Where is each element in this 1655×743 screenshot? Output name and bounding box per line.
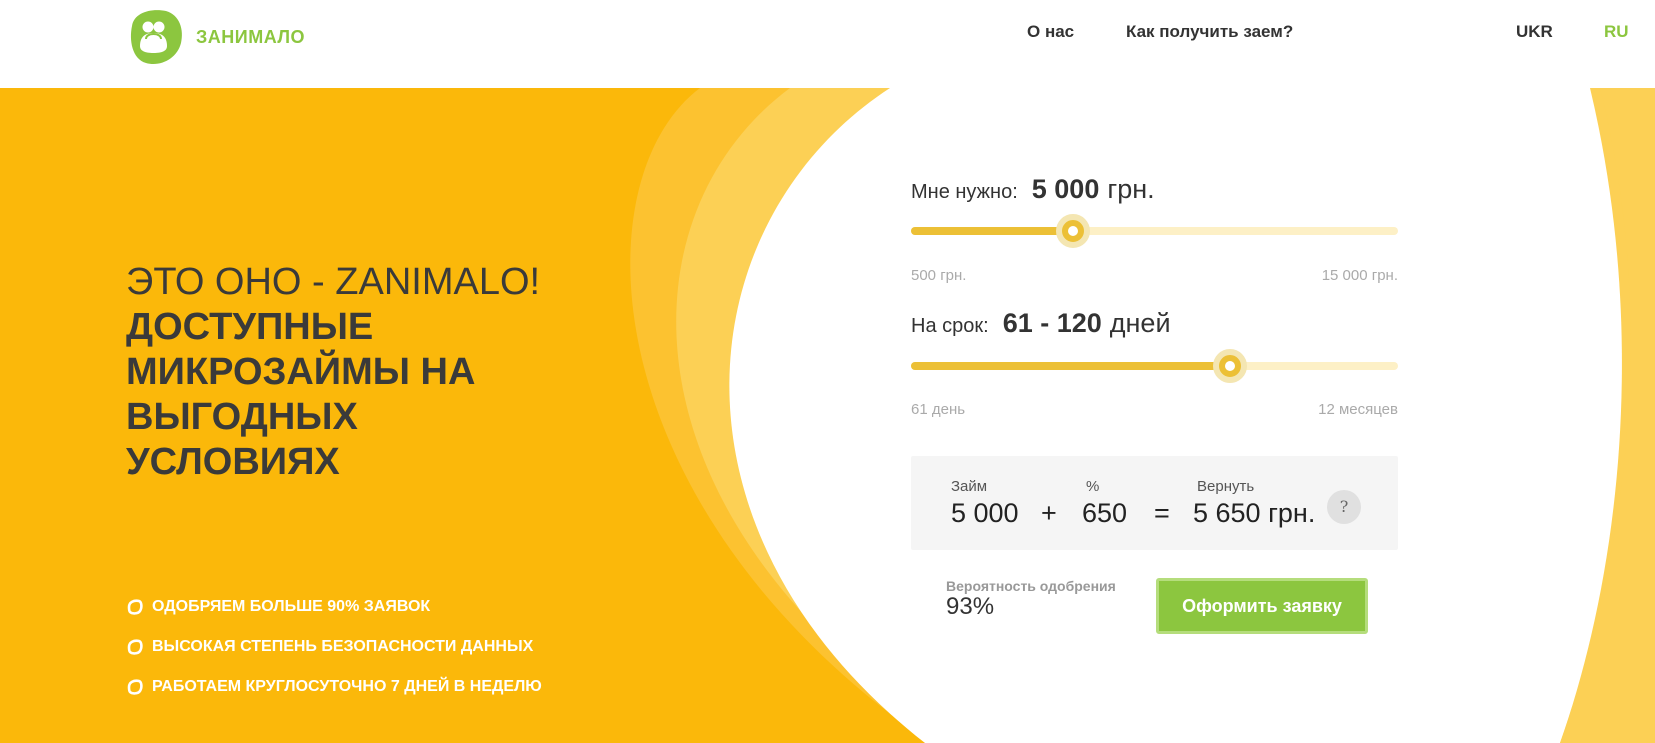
term-slider-thumb[interactable] [1212,349,1247,383]
loan-summary: Займ 5 000 + % 650 = Вернуть 5 650 грн. … [911,456,1398,550]
term-unit: дней [1109,308,1171,338]
loan-value: 5 000 [951,498,1019,528]
list-item: ВЫСОКАЯ СТЕПЕНЬ БЕЗОПАСНОСТИ ДАННЫХ [126,627,542,667]
hero-section: ЭТО ОНО - ZANIMALO! ДОСТУПНЫЕ МИКРОЗАЙМЫ… [0,88,1655,743]
check-drop-icon [127,639,143,655]
list-item: РАБОТАЕМ КРУГЛОСУТОЧНО 7 ДНЕЙ В НЕДЕЛЮ [126,667,542,707]
hero-subtitle: ДОСТУПНЫЕ МИКРОЗАЙМЫ НА ВЫГОДНЫХ УСЛОВИЯ… [126,306,476,483]
logo-icon [130,10,182,65]
amount-slider[interactable] [911,214,1398,248]
apply-button[interactable]: Оформить заявку [1156,578,1368,634]
equals-sign: = [1154,498,1170,528]
return-value: 5 650 грн. [1193,498,1316,528]
percent-label: % [1086,478,1100,495]
term-min-label: 61 день [911,401,966,418]
logo[interactable]: ЗАНИМАЛО [124,6,305,68]
nav-link-how-to-get-loan[interactable]: Как получить заем? [1126,22,1293,42]
list-item: ОДОБРЯЕМ БОЛЬШЕ 90% ЗАЯВОК [126,587,542,627]
amount-unit: грн. [1107,174,1155,204]
term-label: На срок: [911,315,989,337]
amount-max-label: 15 000 грн. [1321,267,1398,284]
return-label: Вернуть [1197,478,1255,495]
check-drop-icon [127,599,143,615]
hero-title: ЭТО ОНО - ZANIMALO! [126,261,541,303]
lang-switch-ru[interactable]: RU [1604,22,1629,42]
term-slider-fill [911,362,1230,370]
plus-sign: + [1041,498,1057,528]
site-header: ЗАНИМАЛО О нас Как получить заем? UKR RU [0,0,1655,88]
loan-label: Займ [951,478,988,495]
logo-text: ЗАНИМАЛО [196,26,306,47]
feature-list: ОДОБРЯЕМ БОЛЬШЕ 90% ЗАЯВОК ВЫСОКАЯ СТЕПЕ… [126,587,542,707]
check-drop-icon [127,679,143,695]
amount-label-row: Мне нужно: 5 000 грн. [911,174,1155,205]
term-slider[interactable] [911,349,1398,383]
percent-value: 650 [1082,498,1128,528]
feature-text: ВЫСОКАЯ СТЕПЕНЬ БЕЗОПАСНОСТИ ДАННЫХ [152,638,534,655]
term-label-row: На срок: 61 - 120 дней [911,308,1171,339]
feature-text: РАБОТАЕМ КРУГЛОСУТОЧНО 7 ДНЕЙ В НЕДЕЛЮ [152,678,542,695]
approval-value: 93% [946,593,995,620]
amount-min-label: 500 грн. [911,267,967,284]
lang-switch-ukr[interactable]: UKR [1516,22,1553,42]
hero-headline: ЭТО ОНО - ZANIMALO! ДОСТУПНЫЕ МИКРОЗАЙМЫ… [126,260,546,485]
amount-slider-fill [911,227,1074,235]
feature-text: ОДОБРЯЕМ БОЛЬШЕ 90% ЗАЯВОК [152,598,431,615]
term-max-label: 12 месяцев [1318,401,1398,418]
amount-label: Мне нужно: [911,181,1018,203]
term-value: 61 - 120 [1002,308,1102,338]
help-icon[interactable]: ? [1327,490,1361,524]
approval-label: Вероятность одобрения [946,578,1116,594]
amount-value: 5 000 [1031,174,1100,204]
nav-link-about[interactable]: О нас [1027,22,1074,42]
amount-slider-thumb[interactable] [1056,214,1091,248]
